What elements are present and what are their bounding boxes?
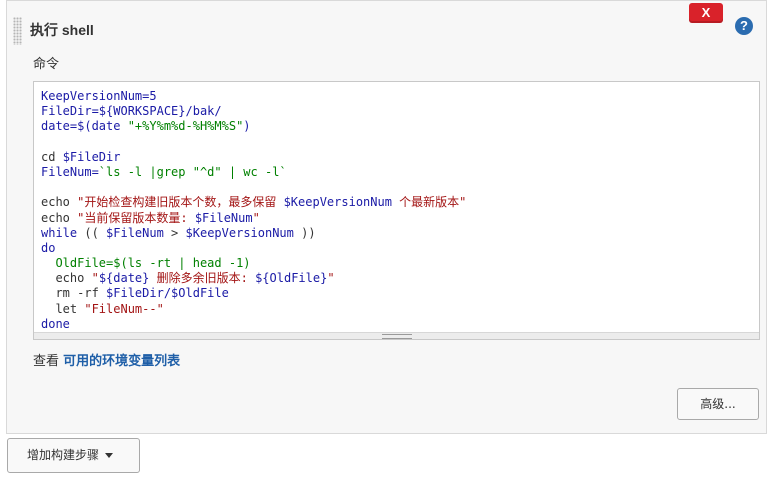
code-token: $KeepVersionNum [185,225,294,240]
code-token: echo [41,195,78,210]
code-token: ${date} [98,271,150,286]
code-token: let [41,301,85,316]
advanced-button[interactable]: 高级... [677,388,759,420]
code-token: "开始检查构建旧版本个数，最多保留 [77,195,284,210]
code-token: " [327,271,335,286]
help-icon[interactable]: ? [735,17,753,35]
code-token: $KeepVersionNum [283,195,392,210]
command-editor[interactable]: KeepVersionNum=5 FileDir=${WORKSPACE}/bak… [33,81,760,340]
add-build-step-button[interactable]: 增加构建步骤 [7,438,140,473]
code-line: FileDir=${WORKSPACE}/bak/ [41,104,466,119]
code-token: OldFile=$(ls -rt | head -1) [41,256,251,271]
editor-resize-bar[interactable] [34,332,759,339]
code-token: $FileNum [194,210,253,225]
step-title: 执行 shell [30,22,94,38]
env-vars-link[interactable]: 可用的环境变量列表 [63,354,180,369]
env-vars-row: 查看 可用的环境变量列表 [33,350,180,369]
code-token: echo [41,210,78,225]
code-line: echo "当前保留版本数量: $FileNum" [41,211,466,226]
code-line: let "FileNum--" [41,302,466,317]
code-line: KeepVersionNum=5 [41,89,466,104]
add-build-step-label: 增加构建步骤 [27,448,100,462]
resize-grip-icon[interactable] [382,334,412,339]
code-token: (( [77,225,107,240]
code-token: "FileNum--" [84,301,164,316]
code-token: 删除多余旧版本: [149,271,256,286]
code-line: echo "开始检查构建旧版本个数，最多保留 $KeepVersionNum 个… [41,195,466,210]
code-token: ) [243,119,251,134]
code-token: )) [293,225,316,240]
code-token: ${OldFile} [255,271,328,286]
code-token: do [41,240,56,255]
code-line: date=$(date "+%Y%m%d-%H%M%S") [41,119,466,134]
code-token: $FileDir [62,149,121,164]
caret-down-icon [105,453,114,458]
delete-step-button[interactable]: X [689,3,723,23]
code-line: rm -rf $FileDir/$OldFile [41,286,466,301]
code-line: done [41,317,466,332]
code-line: OldFile=$(ls -rt | head -1) [41,256,466,271]
code-token: FileDir=${WORKSPACE}/bak/ [41,104,222,119]
code-line: FileNum=`ls -l |grep "^d" | wc -l` [41,165,466,180]
command-label: 命令 [33,57,60,72]
code-token: echo [41,271,92,286]
build-step-panel: 执行 shell X ? 命令 KeepVersionNum=5 FileDir=… [6,0,767,434]
code-token: $FileDir/$OldFile [106,286,229,301]
code-token: rm -rf [41,286,107,301]
code-token: FileNum= [41,164,99,179]
code-token: "当前保留版本数量: [77,210,195,225]
code-token: $FileNum [106,225,164,240]
code-line: while (( $FileNum > $KeepVersionNum )) [41,226,466,241]
code-line: do [41,241,466,256]
code-token: "+%Y%m%d-%H%M%S" [127,119,244,134]
command-code[interactable]: KeepVersionNum=5 FileDir=${WORKSPACE}/bak… [41,89,466,332]
code-token: `ls -l |grep "^d" | wc -l` [98,164,287,179]
code-token: " [91,271,99,286]
code-token: 个最新版本" [391,195,467,210]
code-token: date=$(date [41,119,128,134]
code-line: cd $FileDir [41,150,466,165]
code-line: echo "${date} 删除多余旧版本: ${OldFile}" [41,271,466,286]
env-vars-prefix: 查看 [33,354,60,369]
code-token: done [41,316,70,331]
code-token: cd [41,149,63,164]
code-token: KeepVersionNum=5 [41,89,157,103]
code-token: > [163,225,186,240]
code-token: " [252,210,260,225]
code-token: while [41,225,78,240]
drag-handle[interactable] [13,17,22,45]
